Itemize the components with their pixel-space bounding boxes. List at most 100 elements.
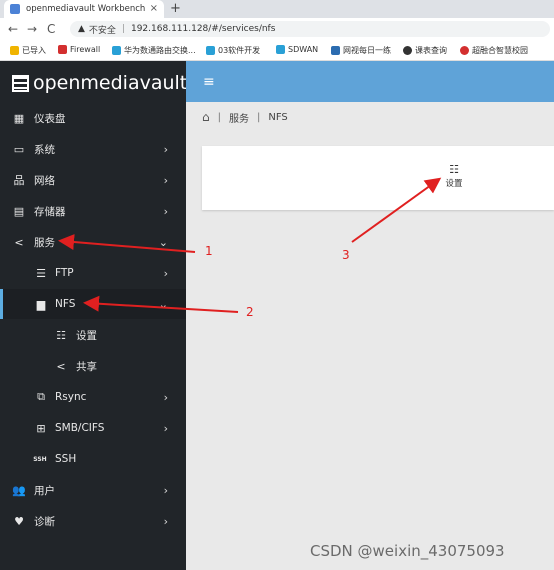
tab-title: openmediavault Workbench [26, 4, 146, 14]
chevron-right-icon: › [163, 421, 168, 435]
sidebar-item-ftp[interactable]: ☰ FTP › [0, 258, 186, 288]
chevron-down-icon: ⌄ [158, 297, 168, 311]
sidebar-item-label: Rsync [55, 391, 87, 403]
sidebar-item-storage[interactable]: ▤ 存储器 › [0, 196, 186, 226]
users-icon: 👥 [12, 483, 26, 497]
bookmark-label: 03软件开发 [218, 46, 261, 55]
bookmark-item[interactable]: Firewall [58, 45, 100, 54]
top-header: ≡ [186, 61, 554, 102]
sidebar-item-label: SMB/CIFS [55, 422, 105, 434]
url-text: 192.168.111.128/#/services/nfs [130, 24, 276, 34]
bookmark-item[interactable]: 课表查询 [403, 45, 447, 56]
chevron-right-icon: › [163, 514, 168, 528]
bookmarks-bar: 已导入 Firewall 华为数通路由交换... 03软件开发 SDWAN 网视… [0, 40, 554, 61]
breadcrumb-services[interactable]: 服务 [229, 110, 249, 125]
sidebar-item-network[interactable]: 品 网络 › [0, 165, 186, 195]
url-input[interactable]: ▲ 不安全 | 192.168.111.128/#/services/nfs [70, 21, 550, 37]
sidebar-item-diagnostics[interactable]: ♥ 诊断 › [0, 506, 186, 536]
forward-arrow-icon[interactable]: → [27, 22, 37, 36]
bookmark-item[interactable]: 已导入 [10, 45, 46, 56]
sidebar-item-services[interactable]: < 服务 ⌄ [0, 227, 186, 257]
bookmark-item[interactable]: SDWAN [276, 45, 318, 54]
chevron-right-icon: › [163, 483, 168, 497]
sidebar-item-nfs-shares[interactable]: < 共享 [0, 351, 186, 381]
insecure-label: 不安全 [88, 25, 116, 36]
annotation-3: 3 [342, 248, 350, 262]
sidebar-item-label: FTP [55, 267, 74, 279]
nfs-card: ☷ 设置 [202, 146, 554, 210]
settings-tile-label: 设置 [445, 179, 463, 189]
bookmark-label: Firewall [70, 45, 101, 54]
opera-icon [460, 46, 469, 55]
folder-icon [10, 46, 19, 55]
sidebar-item-label: SSH [55, 453, 77, 465]
bilibili-icon [112, 46, 121, 55]
bookmark-item[interactable]: 华为数通路由交换... [112, 45, 196, 56]
huawei-icon [58, 45, 67, 54]
address-bar: ← → C ▲ 不安全 | 192.168.111.128/#/services… [0, 18, 554, 41]
sidebar-item-nfs[interactable]: ▆ NFS ⌄ [0, 289, 186, 319]
brand[interactable]: openmediavault [12, 72, 187, 94]
bookmark-item[interactable]: 03软件开发 [206, 45, 260, 56]
chevron-down-icon: ⌄ [158, 235, 168, 249]
active-indicator [0, 289, 3, 319]
breadcrumb: ⌂ | 服务 | NFS [186, 102, 554, 132]
ie-icon [331, 46, 340, 55]
bookmark-item[interactable]: 网视每日一练 [331, 45, 391, 56]
sidebar-item-label: 诊断 [34, 515, 55, 528]
home-icon[interactable]: ⌂ [202, 110, 210, 124]
openmediavault-favicon-icon [10, 4, 20, 14]
breadcrumb-separator: | [257, 111, 261, 123]
browser-tab[interactable]: openmediavault Workbench × [4, 0, 164, 18]
sidebar-item-system[interactable]: ▭ 系统 › [0, 134, 186, 164]
omnibox-divider: | [121, 24, 125, 34]
chevron-right-icon: › [163, 173, 168, 187]
bookmark-item[interactable]: 超融合智慧校园 [460, 45, 528, 56]
brand-name: openmediavault [33, 72, 188, 94]
annotation-1: 1 [205, 244, 213, 258]
browser-tab-bar: openmediavault Workbench × + [0, 0, 554, 18]
sidebar-item-label: 仪表盘 [34, 112, 66, 125]
sidebar-item-label: 设置 [76, 329, 97, 342]
sidebar-item-smb[interactable]: ⊞ SMB/CIFS › [0, 413, 186, 443]
folder-network-icon: ▆ [36, 297, 46, 311]
chevron-right-icon: › [163, 266, 168, 280]
annotation-2: 2 [246, 305, 254, 319]
sidebar-item-label: NFS [55, 298, 76, 310]
chevron-right-icon: › [163, 390, 168, 404]
sidebar-item-dashboard[interactable]: ▦ 仪表盘 [0, 103, 186, 133]
sidebar-item-label: 存储器 [34, 205, 66, 218]
sidebar-item-nfs-settings[interactable]: ☷ 设置 [0, 320, 186, 350]
bookmark-label: 华为数通路由交换... [124, 46, 196, 55]
tab-close-icon[interactable]: × [150, 3, 158, 14]
chevron-right-icon: › [163, 204, 168, 218]
bookmark-label: SDWAN [288, 45, 319, 54]
bookmark-label: 已导入 [22, 46, 46, 55]
sidebar-item-ssh[interactable]: SSH SSH [0, 444, 186, 474]
sidebar-item-users[interactable]: 👥 用户 › [0, 475, 186, 505]
sidebar-item-rsync[interactable]: ⧉ Rsync › [0, 382, 186, 412]
rsync-icon: ⧉ [37, 390, 45, 403]
server-icon: ☰ [36, 266, 46, 280]
watermark: CSDN @weixin_43075093 [310, 542, 505, 560]
laptop-icon: ▭ [13, 142, 25, 156]
sidebar-item-label: 服务 [34, 236, 55, 249]
bookmark-label: 课表查询 [415, 46, 447, 55]
breadcrumb-current: NFS [268, 111, 288, 123]
sidebar-item-label: 用户 [34, 484, 55, 497]
settings-tile[interactable]: ☷ 设置 [442, 163, 466, 189]
openmediavault-logo-icon [12, 74, 29, 92]
breadcrumb-separator: | [217, 111, 221, 123]
back-arrow-icon[interactable]: ← [8, 22, 18, 36]
bilibili-icon [206, 46, 215, 55]
sliders-icon: ☷ [449, 163, 459, 176]
new-tab-button[interactable]: + [170, 1, 181, 16]
bookmark-label: 网视每日一练 [343, 46, 391, 55]
globe-icon [403, 46, 412, 55]
storage-icon: ▤ [13, 204, 25, 218]
menu-icon[interactable]: ≡ [203, 74, 215, 90]
dashboard-icon: ▦ [13, 111, 25, 125]
share-icon: < [56, 359, 66, 373]
network-icon: 品 [13, 174, 25, 187]
reload-icon[interactable]: C [47, 22, 55, 36]
